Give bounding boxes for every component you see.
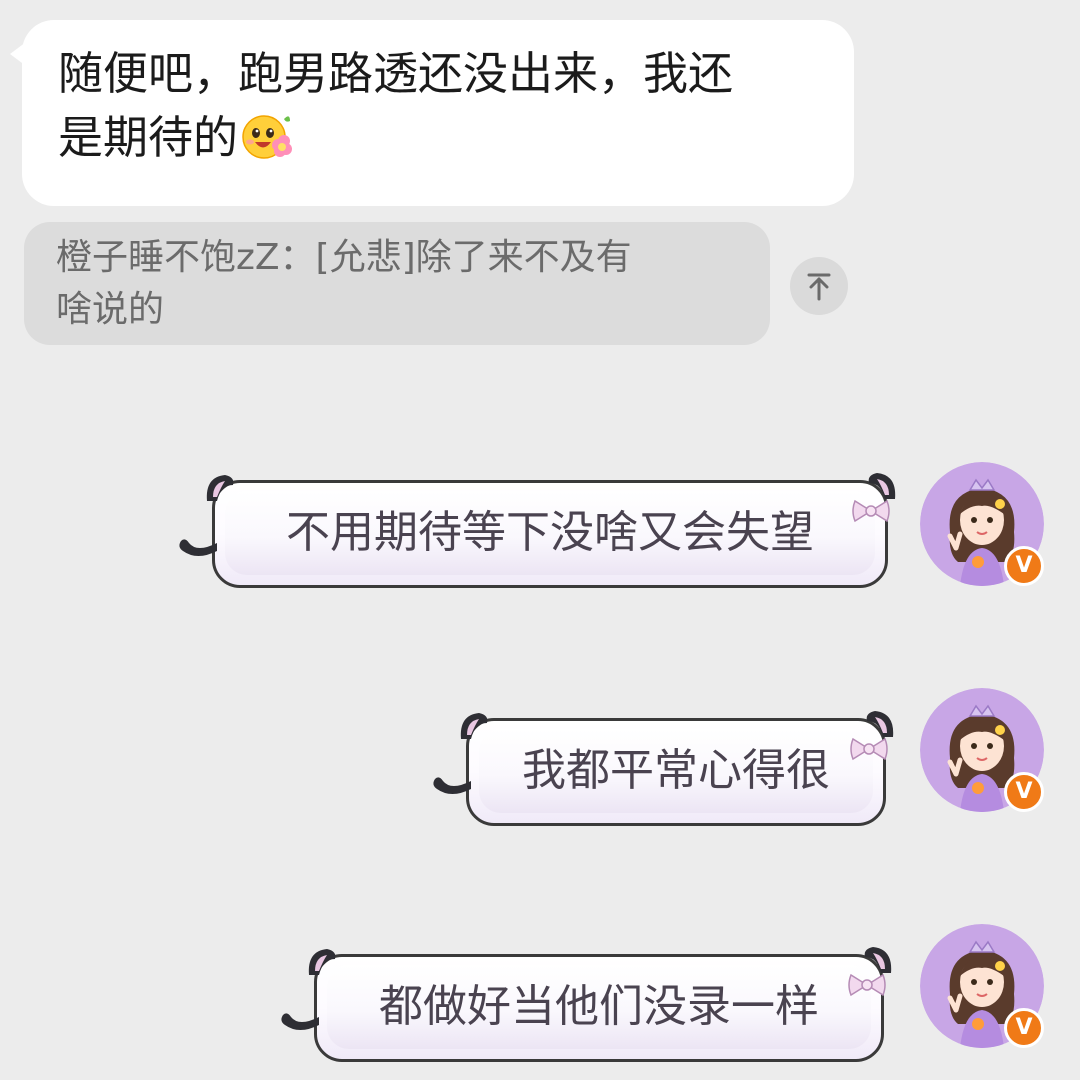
quoted-reply-line-1: 橙子睡不饱zZ：[允悲]除了来不及有 — [56, 237, 632, 278]
shy-smile-flower-emoji-icon — [240, 109, 293, 161]
user-avatar[interactable]: V — [920, 462, 1044, 586]
bow-decoration-icon — [851, 497, 891, 525]
bubble-tail — [10, 42, 26, 66]
outgoing-message-bubble[interactable]: 不用期待等下没啥又会失望 — [179, 473, 896, 588]
outgoing-message-text: 都做好当他们没录一样 — [379, 981, 819, 1032]
incoming-message-bubble[interactable]: 随便吧，跑男路透还没出来，我还 是期待的 — [10, 20, 854, 206]
cat-ear-left-icon — [457, 709, 491, 743]
cat-ear-left-icon — [305, 945, 339, 979]
outgoing-message-bubble[interactable]: 我都平常心得很 — [433, 711, 894, 826]
scroll-to-top-button[interactable] — [790, 257, 848, 315]
outgoing-message-bubble[interactable]: 都做好当他们没录一样 — [281, 947, 892, 1062]
outgoing-message-text: 不用期待等下没啥又会失望 — [286, 507, 814, 558]
cat-tail-icon — [429, 771, 471, 801]
outgoing-message-text: 我都平常心得很 — [522, 745, 830, 796]
cat-ear-left-icon — [203, 471, 237, 505]
verified-badge: V — [1004, 546, 1044, 586]
message-text-line-2-text: 是期待的 — [58, 111, 239, 164]
quoted-reply-line-2: 啥说的 — [56, 289, 165, 330]
verified-badge: V — [1004, 772, 1044, 812]
arrow-up-to-top-icon — [807, 273, 831, 301]
bow-decoration-icon — [847, 971, 887, 999]
verified-badge: V — [1004, 1008, 1044, 1048]
cat-tail-icon — [175, 533, 217, 563]
cat-tail-icon — [277, 1007, 319, 1037]
message-text-line-2: 是期待的 — [58, 106, 820, 170]
bow-decoration-icon — [849, 735, 889, 763]
message-text-line-1: 随便吧，跑男路透还没出来，我还 — [58, 47, 734, 100]
quoted-reply[interactable]: 橙子睡不饱zZ：[允悲]除了来不及有 啥说的 — [24, 222, 770, 345]
user-avatar[interactable]: V — [920, 924, 1044, 1048]
user-avatar[interactable]: V — [920, 688, 1044, 812]
